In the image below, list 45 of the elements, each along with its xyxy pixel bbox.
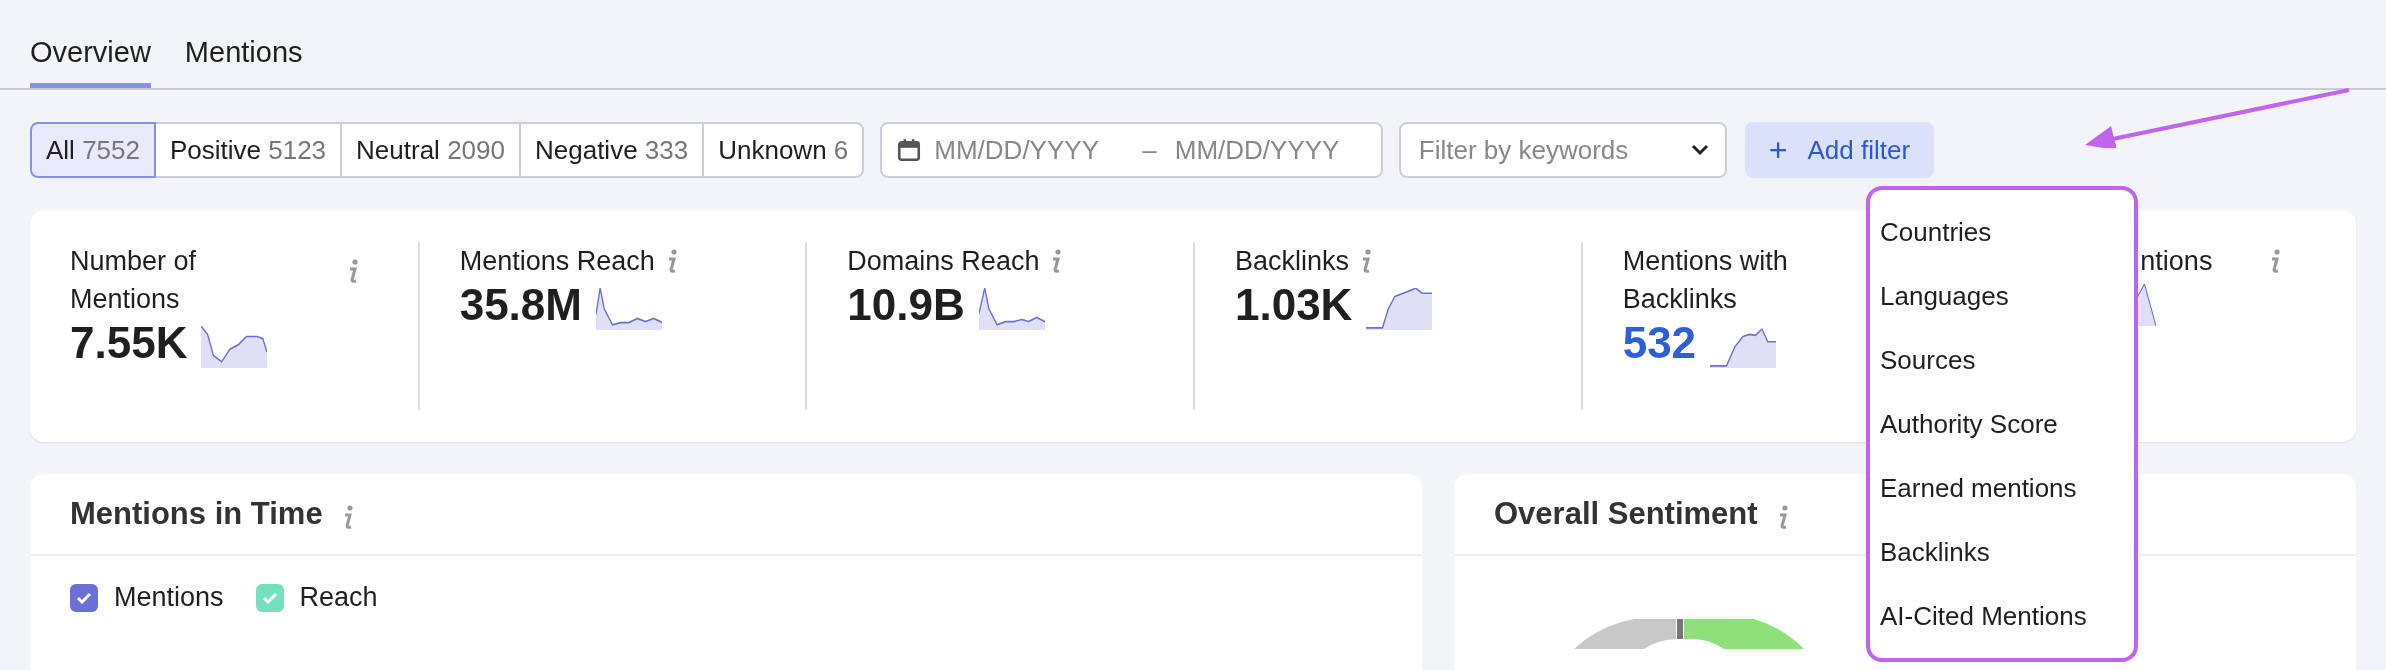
- tab[interactable]: Mentions: [184, 36, 303, 88]
- menu-item[interactable]: Languages: [1870, 264, 2134, 328]
- end-date-input[interactable]: MM/DD/YYYY: [1172, 133, 1367, 167]
- menu-item[interactable]: Authority Score: [1870, 392, 2134, 456]
- sentiment-tab[interactable]: Negative 333: [518, 122, 705, 178]
- metric-label: Backlinks: [1235, 245, 1350, 278]
- menu-item[interactable]: Backlinks: [1870, 520, 2134, 584]
- checkbox[interactable]: [255, 583, 284, 612]
- checkbox[interactable]: [70, 583, 98, 612]
- menu-item[interactable]: Sources: [1870, 328, 2134, 392]
- sentiment-tab[interactable]: Neutral 2090: [340, 122, 521, 178]
- menu-item[interactable]: Countries: [1870, 200, 2134, 264]
- metric-value: 7.55K: [70, 318, 188, 368]
- metric-label: Mentions Reach: [459, 245, 655, 278]
- sentiment-tab[interactable]: All 7552: [30, 122, 156, 178]
- menu-item[interactable]: Earned mentions: [1870, 456, 2134, 520]
- metric-value[interactable]: 532: [1622, 318, 1697, 368]
- chevron-down-icon: [1690, 144, 1709, 156]
- sparkline: [978, 288, 1045, 330]
- metric-value: 35.8M: [459, 280, 582, 330]
- metric-label: Number of Mentions: [70, 245, 198, 316]
- card-title: Overall Sentiment: [1494, 496, 1758, 532]
- metric-label: ntions: [2140, 245, 2213, 278]
- sparkline: [201, 326, 268, 368]
- card-title: Mentions in Time: [70, 496, 323, 532]
- sparkline: [595, 288, 662, 330]
- legend-label: Mentions: [114, 582, 224, 613]
- check-icon: [76, 591, 92, 604]
- metric-label: Domains Reach: [847, 245, 1040, 278]
- check-icon: [261, 591, 278, 604]
- sparkline: [1710, 326, 1777, 368]
- tab[interactable]: Overview: [30, 36, 151, 88]
- menu-item[interactable]: AI-Cited Mentions: [1870, 584, 2134, 648]
- metric-label: Mentions with Backlinks: [1622, 245, 1789, 316]
- sentiment-tab[interactable]: Unknown 6: [702, 122, 865, 178]
- metric-value: 1.03K: [1235, 280, 1353, 330]
- start-date-input[interactable]: MM/DD/YYYY: [932, 133, 1127, 167]
- sentiment-tab[interactable]: Positive 5123: [153, 122, 343, 178]
- calendar-icon: [896, 137, 923, 163]
- sparkline: [1366, 288, 1433, 330]
- metric-value: 10.9B: [847, 280, 965, 330]
- keyword-filter-dropdown[interactable]: Filter by keywords: [1398, 122, 1727, 178]
- add-filter-button[interactable]: + Add filter: [1744, 122, 1935, 178]
- legend-label: Reach: [299, 582, 378, 613]
- date-range-field[interactable]: MM/DD/YYYY – MM/DD/YYYY: [880, 122, 1383, 178]
